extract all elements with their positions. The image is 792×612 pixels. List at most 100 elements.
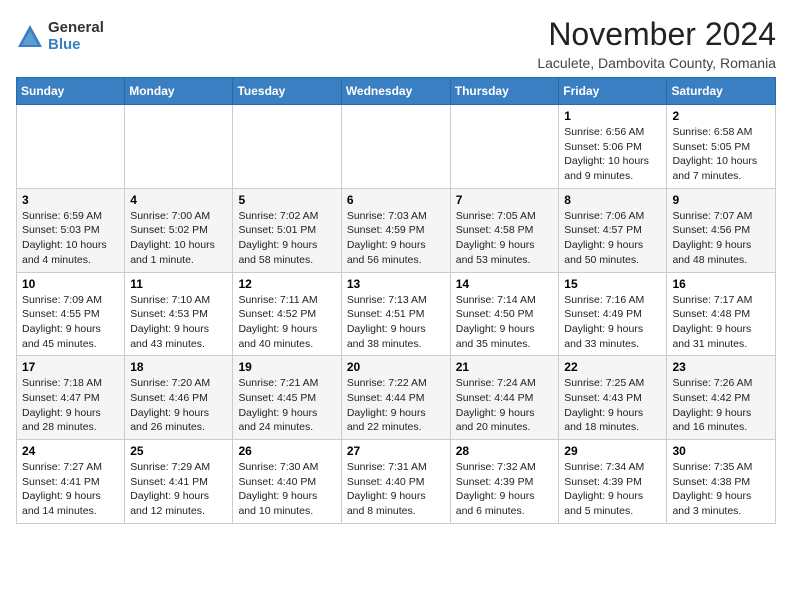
day-number: 2 <box>672 109 770 123</box>
day-info: Sunrise: 7:24 AM Sunset: 4:44 PM Dayligh… <box>456 376 554 435</box>
month-title: November 2024 <box>537 16 776 53</box>
day-number: 24 <box>22 444 119 458</box>
day-number: 14 <box>456 277 554 291</box>
day-info: Sunrise: 6:56 AM Sunset: 5:06 PM Dayligh… <box>564 125 661 184</box>
calendar-week-row: 1 Sunrise: 6:56 AM Sunset: 5:06 PM Daylig… <box>17 105 776 189</box>
day-info: Sunrise: 7:22 AM Sunset: 4:44 PM Dayligh… <box>347 376 445 435</box>
calendar-cell: 9 Sunrise: 7:07 AM Sunset: 4:56 PM Daylig… <box>667 188 776 272</box>
day-number: 9 <box>672 193 770 207</box>
day-number: 11 <box>130 277 227 291</box>
day-number: 22 <box>564 360 661 374</box>
day-number: 21 <box>456 360 554 374</box>
calendar-cell: 6 Sunrise: 7:03 AM Sunset: 4:59 PM Daylig… <box>341 188 450 272</box>
day-info: Sunrise: 7:34 AM Sunset: 4:39 PM Dayligh… <box>564 460 661 519</box>
calendar-week-row: 24 Sunrise: 7:27 AM Sunset: 4:41 PM Dayli… <box>17 440 776 524</box>
weekday-header: Friday <box>559 78 667 105</box>
day-info: Sunrise: 7:14 AM Sunset: 4:50 PM Dayligh… <box>456 293 554 352</box>
day-number: 6 <box>347 193 445 207</box>
day-info: Sunrise: 7:21 AM Sunset: 4:45 PM Dayligh… <box>238 376 335 435</box>
day-number: 3 <box>22 193 119 207</box>
calendar-cell: 27 Sunrise: 7:31 AM Sunset: 4:40 PM Dayli… <box>341 440 450 524</box>
day-info: Sunrise: 7:07 AM Sunset: 4:56 PM Dayligh… <box>672 209 770 268</box>
calendar-cell <box>450 105 559 189</box>
day-number: 15 <box>564 277 661 291</box>
weekday-header: Monday <box>125 78 233 105</box>
day-info: Sunrise: 7:26 AM Sunset: 4:42 PM Dayligh… <box>672 376 770 435</box>
day-info: Sunrise: 7:32 AM Sunset: 4:39 PM Dayligh… <box>456 460 554 519</box>
day-info: Sunrise: 6:59 AM Sunset: 5:03 PM Dayligh… <box>22 209 119 268</box>
day-number: 5 <box>238 193 335 207</box>
calendar-cell: 23 Sunrise: 7:26 AM Sunset: 4:42 PM Dayli… <box>667 356 776 440</box>
calendar-week-row: 17Sunrise: 7:18 AM Sunset: 4:47 PM Dayli… <box>17 356 776 440</box>
day-info: Sunrise: 7:11 AM Sunset: 4:52 PM Dayligh… <box>238 293 335 352</box>
calendar-cell <box>341 105 450 189</box>
day-number: 16 <box>672 277 770 291</box>
day-info: Sunrise: 7:16 AM Sunset: 4:49 PM Dayligh… <box>564 293 661 352</box>
calendar-cell: 13Sunrise: 7:13 AM Sunset: 4:51 PM Dayli… <box>341 272 450 356</box>
day-number: 23 <box>672 360 770 374</box>
calendar-cell: 3 Sunrise: 6:59 AM Sunset: 5:03 PM Daylig… <box>17 188 125 272</box>
day-number: 1 <box>564 109 661 123</box>
day-number: 4 <box>130 193 227 207</box>
calendar-cell: 30 Sunrise: 7:35 AM Sunset: 4:38 PM Dayli… <box>667 440 776 524</box>
calendar-cell: 16 Sunrise: 7:17 AM Sunset: 4:48 PM Dayli… <box>667 272 776 356</box>
day-info: Sunrise: 7:30 AM Sunset: 4:40 PM Dayligh… <box>238 460 335 519</box>
day-info: Sunrise: 7:03 AM Sunset: 4:59 PM Dayligh… <box>347 209 445 268</box>
weekday-header: Thursday <box>450 78 559 105</box>
day-info: Sunrise: 7:27 AM Sunset: 4:41 PM Dayligh… <box>22 460 119 519</box>
day-number: 27 <box>347 444 445 458</box>
calendar-cell: 18 Sunrise: 7:20 AM Sunset: 4:46 PM Dayli… <box>125 356 233 440</box>
calendar-cell: 26Sunrise: 7:30 AM Sunset: 4:40 PM Dayli… <box>233 440 341 524</box>
day-info: Sunrise: 7:31 AM Sunset: 4:40 PM Dayligh… <box>347 460 445 519</box>
calendar-cell <box>233 105 341 189</box>
day-info: Sunrise: 7:09 AM Sunset: 4:55 PM Dayligh… <box>22 293 119 352</box>
page-header: General Blue November 2024 Laculete, Dam… <box>16 16 776 71</box>
day-info: Sunrise: 7:06 AM Sunset: 4:57 PM Dayligh… <box>564 209 661 268</box>
calendar-cell: 14 Sunrise: 7:14 AM Sunset: 4:50 PM Dayli… <box>450 272 559 356</box>
calendar-cell: 17Sunrise: 7:18 AM Sunset: 4:47 PM Dayli… <box>17 356 125 440</box>
calendar-cell: 22Sunrise: 7:25 AM Sunset: 4:43 PM Dayli… <box>559 356 667 440</box>
calendar-cell: 5Sunrise: 7:02 AM Sunset: 5:01 PM Daylig… <box>233 188 341 272</box>
calendar-cell: 8 Sunrise: 7:06 AM Sunset: 4:57 PM Daylig… <box>559 188 667 272</box>
day-info: Sunrise: 7:17 AM Sunset: 4:48 PM Dayligh… <box>672 293 770 352</box>
calendar-cell: 10 Sunrise: 7:09 AM Sunset: 4:55 PM Dayli… <box>17 272 125 356</box>
day-info: Sunrise: 6:58 AM Sunset: 5:05 PM Dayligh… <box>672 125 770 184</box>
logo-general-text: General <box>48 20 104 37</box>
day-number: 18 <box>130 360 227 374</box>
calendar-cell: 20Sunrise: 7:22 AM Sunset: 4:44 PM Dayli… <box>341 356 450 440</box>
calendar-cell: 24 Sunrise: 7:27 AM Sunset: 4:41 PM Dayli… <box>17 440 125 524</box>
day-info: Sunrise: 7:20 AM Sunset: 4:46 PM Dayligh… <box>130 376 227 435</box>
day-info: Sunrise: 7:13 AM Sunset: 4:51 PM Dayligh… <box>347 293 445 352</box>
day-number: 10 <box>22 277 119 291</box>
logo-blue-text: Blue <box>48 37 104 54</box>
day-number: 19 <box>238 360 335 374</box>
calendar-cell: 19 Sunrise: 7:21 AM Sunset: 4:45 PM Dayli… <box>233 356 341 440</box>
calendar-cell: 15 Sunrise: 7:16 AM Sunset: 4:49 PM Dayli… <box>559 272 667 356</box>
calendar-cell: 12 Sunrise: 7:11 AM Sunset: 4:52 PM Dayli… <box>233 272 341 356</box>
logo-icon <box>16 23 44 51</box>
day-info: Sunrise: 7:35 AM Sunset: 4:38 PM Dayligh… <box>672 460 770 519</box>
calendar-cell: 2 Sunrise: 6:58 AM Sunset: 5:05 PM Daylig… <box>667 105 776 189</box>
title-area: November 2024 Laculete, Dambovita County… <box>537 16 776 71</box>
day-number: 30 <box>672 444 770 458</box>
calendar-cell: 25 Sunrise: 7:29 AM Sunset: 4:41 PM Dayli… <box>125 440 233 524</box>
location-subtitle: Laculete, Dambovita County, Romania <box>537 55 776 71</box>
calendar-cell <box>125 105 233 189</box>
calendar-cell: 7Sunrise: 7:05 AM Sunset: 4:58 PM Daylig… <box>450 188 559 272</box>
day-info: Sunrise: 7:00 AM Sunset: 5:02 PM Dayligh… <box>130 209 227 268</box>
calendar-cell <box>17 105 125 189</box>
day-info: Sunrise: 7:18 AM Sunset: 4:47 PM Dayligh… <box>22 376 119 435</box>
calendar-cell: 28Sunrise: 7:32 AM Sunset: 4:39 PM Dayli… <box>450 440 559 524</box>
day-number: 12 <box>238 277 335 291</box>
weekday-header: Wednesday <box>341 78 450 105</box>
calendar-table: SundayMondayTuesdayWednesdayThursdayFrid… <box>16 77 776 524</box>
day-number: 25 <box>130 444 227 458</box>
calendar-cell: 21 Sunrise: 7:24 AM Sunset: 4:44 PM Dayli… <box>450 356 559 440</box>
weekday-header: Saturday <box>667 78 776 105</box>
calendar-week-row: 10 Sunrise: 7:09 AM Sunset: 4:55 PM Dayli… <box>17 272 776 356</box>
weekday-header: Sunday <box>17 78 125 105</box>
calendar-cell: 29Sunrise: 7:34 AM Sunset: 4:39 PM Dayli… <box>559 440 667 524</box>
day-info: Sunrise: 7:29 AM Sunset: 4:41 PM Dayligh… <box>130 460 227 519</box>
logo: General Blue <box>16 20 104 53</box>
day-number: 8 <box>564 193 661 207</box>
